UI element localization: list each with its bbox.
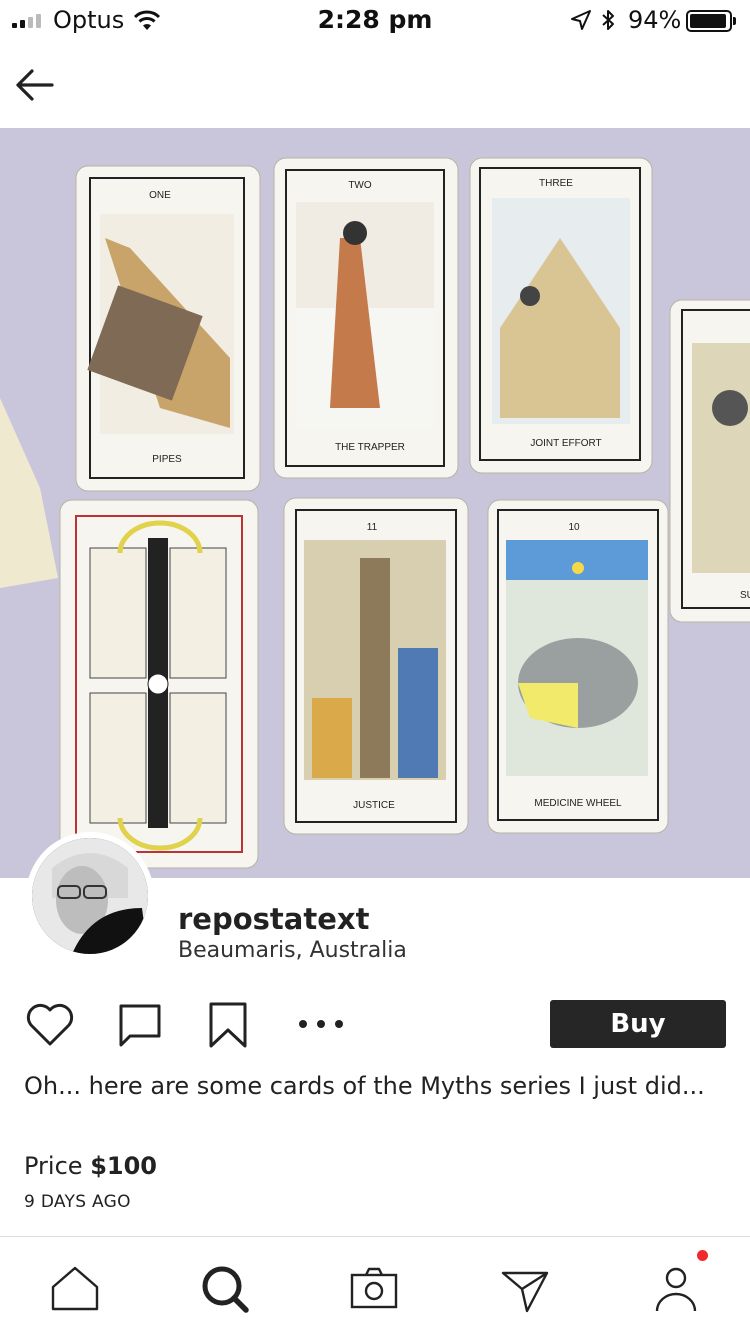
heart-icon[interactable] (24, 1000, 76, 1050)
profile-icon[interactable] (648, 1261, 704, 1317)
card-eleven-number: 11 (367, 522, 378, 533)
home-icon[interactable] (47, 1261, 103, 1317)
card-partial-label: SU (740, 590, 750, 601)
card-two-label: THE TRAPPER (335, 442, 405, 453)
card-eleven-label: JUSTICE (353, 800, 395, 811)
location-arrow-icon (571, 10, 591, 30)
battery-percentage: 94% (628, 6, 682, 34)
tab-bar (0, 1236, 750, 1334)
card-one-label: PIPES (152, 454, 182, 465)
more-icon[interactable] (295, 1000, 347, 1050)
bookmark-icon[interactable] (202, 1000, 254, 1050)
bluetooth-icon (602, 10, 614, 30)
card-partial: SU (669, 299, 750, 623)
battery-icon (686, 10, 732, 32)
card-back-deck (59, 499, 259, 869)
status-bar: Optus 2:28 pm 94% (0, 0, 750, 40)
card-three-label: JOINT EFFORT (530, 438, 601, 449)
comment-icon[interactable] (114, 1000, 166, 1050)
price: Price $100 (24, 1152, 157, 1180)
card-one: PIPES ONE (75, 165, 261, 492)
notification-dot (697, 1250, 708, 1261)
card-ten: 10 MEDICINE WHEEL (487, 499, 669, 834)
card-two: THE TRAPPER TWO (273, 157, 459, 479)
card-eleven: 11 JUSTICE (283, 497, 469, 835)
camera-icon[interactable] (346, 1261, 402, 1317)
username[interactable]: repostatext (178, 902, 369, 936)
post-caption: Oh... here are some cards of the Myths s… (24, 1072, 705, 1100)
card-two-title: TWO (348, 180, 372, 191)
price-label: Price (24, 1152, 83, 1180)
card-three: JOINT EFFORT THREE (469, 157, 653, 474)
avatar[interactable] (26, 832, 154, 960)
buy-button[interactable]: Buy (550, 1000, 726, 1048)
post-time: 9 DAYS AGO (24, 1192, 131, 1212)
back-arrow-icon[interactable] (14, 64, 56, 106)
battery-tip (733, 17, 736, 25)
card-ten-number: 10 (568, 522, 580, 533)
card-one-title: ONE (149, 190, 171, 201)
post-photo[interactable]: PIPES ONE THE TRAPPER TWO JOINT EFFORT T… (0, 128, 750, 878)
price-value: $100 (90, 1152, 157, 1180)
search-icon[interactable] (197, 1261, 253, 1317)
location[interactable]: Beaumaris, Australia (178, 938, 407, 963)
card-three-title: THREE (539, 178, 573, 189)
card-ten-label: MEDICINE WHEEL (534, 798, 622, 809)
send-icon[interactable] (497, 1261, 553, 1317)
